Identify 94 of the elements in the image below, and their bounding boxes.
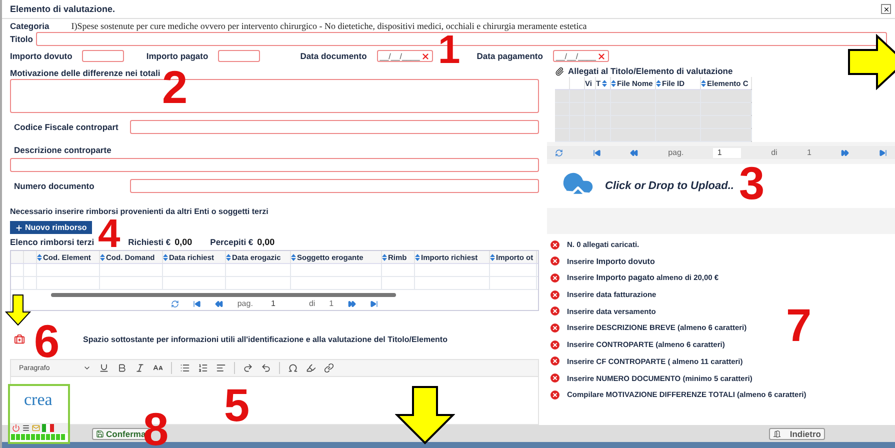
sort-icon[interactable] [602,80,607,86]
last-page-icon[interactable] [370,300,378,308]
field-label: Numero documento [13,181,96,191]
link-icon[interactable] [324,363,334,373]
page-count: 1 [329,299,334,308]
first-page-icon[interactable] [592,148,601,156]
requested-amount: 0,00 [174,237,192,247]
align-icon[interactable] [216,363,226,373]
sort-icon[interactable] [382,254,387,260]
clear-icon[interactable] [596,52,606,60]
omega-icon[interactable] [288,363,298,373]
text-field[interactable] [130,120,539,134]
chevron-down-icon[interactable] [83,364,91,372]
sort-icon[interactable] [291,254,296,260]
flag-icon[interactable] [42,424,54,432]
back-button[interactable]: Indietro [769,428,825,440]
scrollbar[interactable] [51,293,396,297]
clear-icon[interactable] [420,52,430,60]
annotation-number: 7 [786,302,812,348]
first-page-icon[interactable] [193,300,202,308]
meter-icon [11,434,67,440]
sort-icon[interactable] [490,254,495,260]
sort-icon[interactable] [415,254,420,260]
category-label: Categoria [10,20,50,30]
reimbursement-list-label: Elenco rimborsi terzi [10,237,94,247]
page-field[interactable]: 1 [713,148,742,158]
undo-icon[interactable] [261,363,271,373]
date-field[interactable]: __/__/____ [552,50,609,62]
next-page-icon[interactable] [841,148,850,156]
refresh-icon[interactable] [555,148,563,156]
category-value: I)Spese sostenute per cure mediche ovvero per intervento chirurgico - No dietetiche, dispositivi medici, occhiali e chirurgia meramente estetica [71,20,587,30]
annotation-number: 1 [438,30,460,70]
highlighter-icon[interactable] [306,363,316,373]
requested-label: Richiesti € [128,237,171,247]
amount-field[interactable] [218,50,260,62]
text-field[interactable] [10,158,539,172]
sort-icon[interactable] [611,80,616,86]
title-label: Titolo [10,34,33,44]
window-title: Elemento di valutazione. [10,4,116,14]
amount-field[interactable] [82,50,124,62]
door-icon[interactable] [773,430,781,438]
sort-icon[interactable] [701,80,706,86]
next-page-icon[interactable] [348,300,356,308]
page-label: pag. [237,299,253,308]
last-page-icon[interactable] [878,148,887,156]
underline-icon[interactable] [99,363,109,373]
annotation-number: 4 [98,214,120,254]
italic-icon[interactable] [135,363,145,373]
received-amount: 0,00 [257,237,275,247]
power-icon[interactable] [12,424,20,432]
received-label: Percepiti € [210,237,254,247]
amount-label: Data pagamento [476,51,543,61]
redo-icon[interactable] [243,363,253,373]
font-size-icon[interactable] [153,363,163,373]
annotation-number: 5 [224,382,250,428]
page-of-label: di [308,299,316,308]
page-of-label: di [771,148,778,157]
new-reimbursement-button[interactable]: Nuovo rimborso [10,221,92,234]
sort-icon[interactable] [100,254,105,260]
plus-icon[interactable] [15,224,23,232]
bold-icon[interactable] [117,363,127,373]
sort-icon[interactable] [37,254,42,260]
motivation-label: Motivazione delle differenze nei totali [10,68,160,78]
upload-text: Click or Drop to Upload.. [605,180,734,192]
annotation-number: 2 [162,64,188,110]
sort-icon[interactable] [226,254,231,260]
field-label: Descrizione controparte [13,145,112,155]
logo-text: crea [23,389,54,411]
previous-page-icon[interactable] [215,300,224,308]
down-arrow-icon [5,294,31,326]
menu-icon[interactable] [22,424,30,432]
amount-label: Data documento [300,51,367,61]
date-field[interactable]: __/__/____ [376,50,433,62]
paperclip-icon [555,66,564,76]
numbered-list-icon[interactable] [198,363,208,373]
amount-label: Importo dovuto [10,51,72,61]
text-field[interactable] [130,179,539,193]
bullet-list-icon[interactable] [180,363,190,373]
amount-label: Importo pagato [146,51,208,61]
sort-icon[interactable] [163,254,168,260]
right-arrow-icon [847,34,895,90]
sort-icon[interactable] [656,80,661,86]
annotation-number: 6 [34,318,60,364]
field-label: Codice Fiscale contropart [13,122,120,132]
attachments-title: Allegati al Titolo/Elemento di valutazione [568,66,733,76]
previous-page-icon[interactable] [630,148,638,156]
page-label: pag. [668,148,684,157]
down-arrow-icon [395,385,455,445]
refresh-icon[interactable] [171,300,180,308]
medical-kit-icon [14,334,25,344]
save-icon[interactable] [96,430,104,438]
page-count: 1 [807,148,812,157]
info-text: Spazio sottostante per informazioni utili all'identificazione e alla valutazione del Titolo/Elemento [83,334,448,344]
reimbursement-notice: Necessario inserire rimborsi provenienti da altri Enti o soggetti terzi [10,206,268,216]
